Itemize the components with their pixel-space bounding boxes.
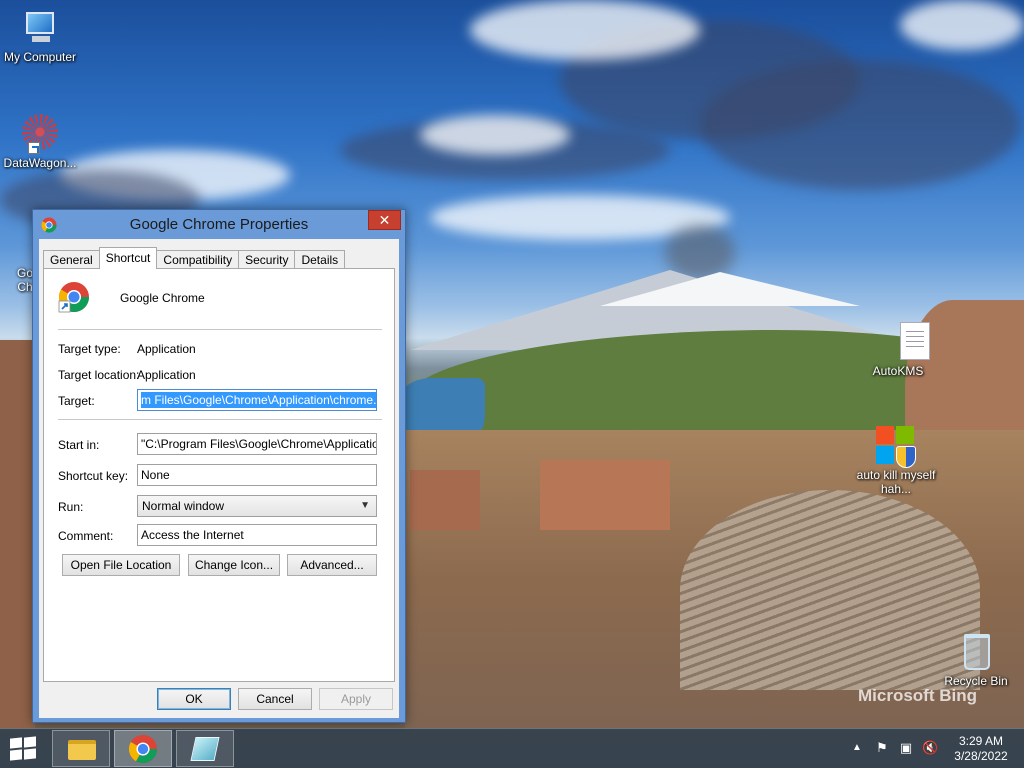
apply-button[interactable]: Apply — [319, 688, 393, 710]
target-location-label: Target location: — [58, 368, 140, 382]
theatre-seats — [680, 490, 980, 690]
desktop-icon-label: My Computer — [3, 50, 77, 64]
target-value: m Files\Google\Chrome\Application\chrome… — [141, 392, 376, 408]
desktop-icon-my-computer[interactable]: My Computer — [0, 8, 80, 64]
dialog-client: General Shortcut Compatibility Security … — [39, 239, 399, 718]
desktop-icon-label: Recycle Bin — [944, 674, 1008, 688]
open-file-location-button[interactable]: Open File Location — [62, 554, 180, 576]
app-icon — [190, 737, 220, 761]
bing-watermark: Microsoft Bing — [858, 686, 977, 705]
shortcut-key-label: Shortcut key: — [58, 469, 129, 483]
cloud — [900, 0, 1024, 50]
recycle-bin-icon — [956, 632, 996, 672]
windows-logo-icon-part — [24, 748, 36, 760]
tab-security[interactable]: Security — [238, 250, 296, 269]
show-hidden-icons[interactable]: ▲ — [852, 742, 862, 753]
chrome-icon — [58, 282, 89, 313]
cloud — [700, 60, 1020, 190]
clock[interactable]: 3:29 AM 3/28/2022 — [948, 734, 1014, 764]
desktop-icon-label: AutoKMS — [872, 364, 924, 378]
computer-icon — [20, 8, 60, 48]
shortcut-tab-panel: Google Chrome Target type: Application T… — [43, 268, 395, 682]
properties-dialog: Google Chrome Properties ✕ General Short… — [32, 209, 406, 723]
desktop-icon-label: auto kill myself hah... — [856, 468, 936, 496]
start-in-input[interactable]: "C:\Program Files\Google\Chrome\Applicat… — [137, 433, 377, 455]
close-button[interactable]: ✕ — [368, 210, 401, 230]
cloud — [420, 115, 570, 155]
run-select[interactable]: Normal window ▼ — [137, 495, 377, 517]
ruin — [540, 460, 670, 530]
action-center-flag-icon[interactable]: ⚑ — [874, 740, 890, 756]
comment-input[interactable]: Access the Internet — [137, 524, 377, 546]
clock-time: 3:29 AM — [958, 734, 1004, 748]
cloud — [470, 0, 700, 60]
start-button[interactable] — [10, 736, 36, 761]
windows-logo-icon — [10, 737, 22, 749]
taskbar: ▲ ⚑ ▣ 🔇 3:29 AM 3/28/2022 — [0, 728, 1024, 768]
desktop-icon-autokms[interactable]: AutoKMS — [856, 322, 936, 378]
close-icon: ✕ — [378, 212, 391, 228]
windows-shield-icon — [876, 426, 916, 468]
mountain-snow — [600, 272, 860, 306]
tab-details[interactable]: Details — [294, 250, 346, 269]
taskbar-file-explorer[interactable] — [52, 730, 110, 767]
taskbar-app[interactable] — [176, 730, 234, 767]
tab-shortcut[interactable]: Shortcut — [98, 247, 158, 269]
target-location-value: Application — [137, 368, 196, 382]
volume-muted-icon[interactable]: 🔇 — [922, 740, 938, 756]
run-value: Normal window — [142, 499, 225, 513]
advanced-button[interactable]: Advanced... — [287, 554, 377, 576]
desktop-icon-label: Go Ch — [17, 266, 34, 294]
dialog-title: Google Chrome Properties — [129, 216, 309, 233]
windows-logo-icon-part — [10, 749, 22, 761]
target-input[interactable]: m Files\Google\Chrome\Application\chrome… — [137, 389, 377, 411]
ruin — [410, 470, 480, 530]
left-cliff — [0, 340, 35, 730]
cancel-button[interactable]: Cancel — [238, 688, 312, 710]
change-icon-button[interactable]: Change Icon... — [188, 554, 280, 576]
taskbar-chrome[interactable] — [114, 730, 172, 767]
app-name: Google Chrome — [120, 291, 205, 305]
folder-icon — [68, 740, 96, 760]
tab-general[interactable]: General — [43, 250, 100, 269]
separator — [58, 329, 382, 330]
comment-label: Comment: — [58, 529, 114, 543]
chrome-icon — [128, 734, 158, 764]
tab-strip: General Shortcut Compatibility Security … — [43, 247, 346, 269]
datawagon-icon — [20, 114, 60, 154]
target-type-value: Application — [137, 342, 196, 356]
tab-compatibility[interactable]: Compatibility — [156, 250, 240, 269]
desktop-icon-datawagon[interactable]: DataWagon... — [0, 114, 80, 170]
target-label: Target: — [58, 394, 95, 408]
separator — [58, 419, 382, 420]
title-bar[interactable]: Google Chrome Properties ✕ — [33, 210, 405, 239]
ok-button[interactable]: OK — [157, 688, 231, 710]
desktop-icon-recycle-bin[interactable]: Recycle Bin — [936, 632, 1016, 688]
shortcut-key-input[interactable]: None — [137, 464, 377, 486]
desktop-icon-auto-kill[interactable]: auto kill myself hah... — [856, 426, 936, 496]
run-label: Run: — [58, 500, 84, 514]
windows-logo-icon-part — [24, 736, 36, 748]
start-in-label: Start in: — [58, 438, 100, 452]
target-type-label: Target type: — [58, 342, 121, 356]
clock-date: 3/28/2022 — [954, 749, 1008, 763]
network-icon[interactable]: ▣ — [898, 740, 914, 756]
document-icon — [876, 322, 930, 362]
chevron-down-icon: ▼ — [360, 500, 370, 511]
desktop-icon-label: DataWagon... — [3, 156, 77, 170]
